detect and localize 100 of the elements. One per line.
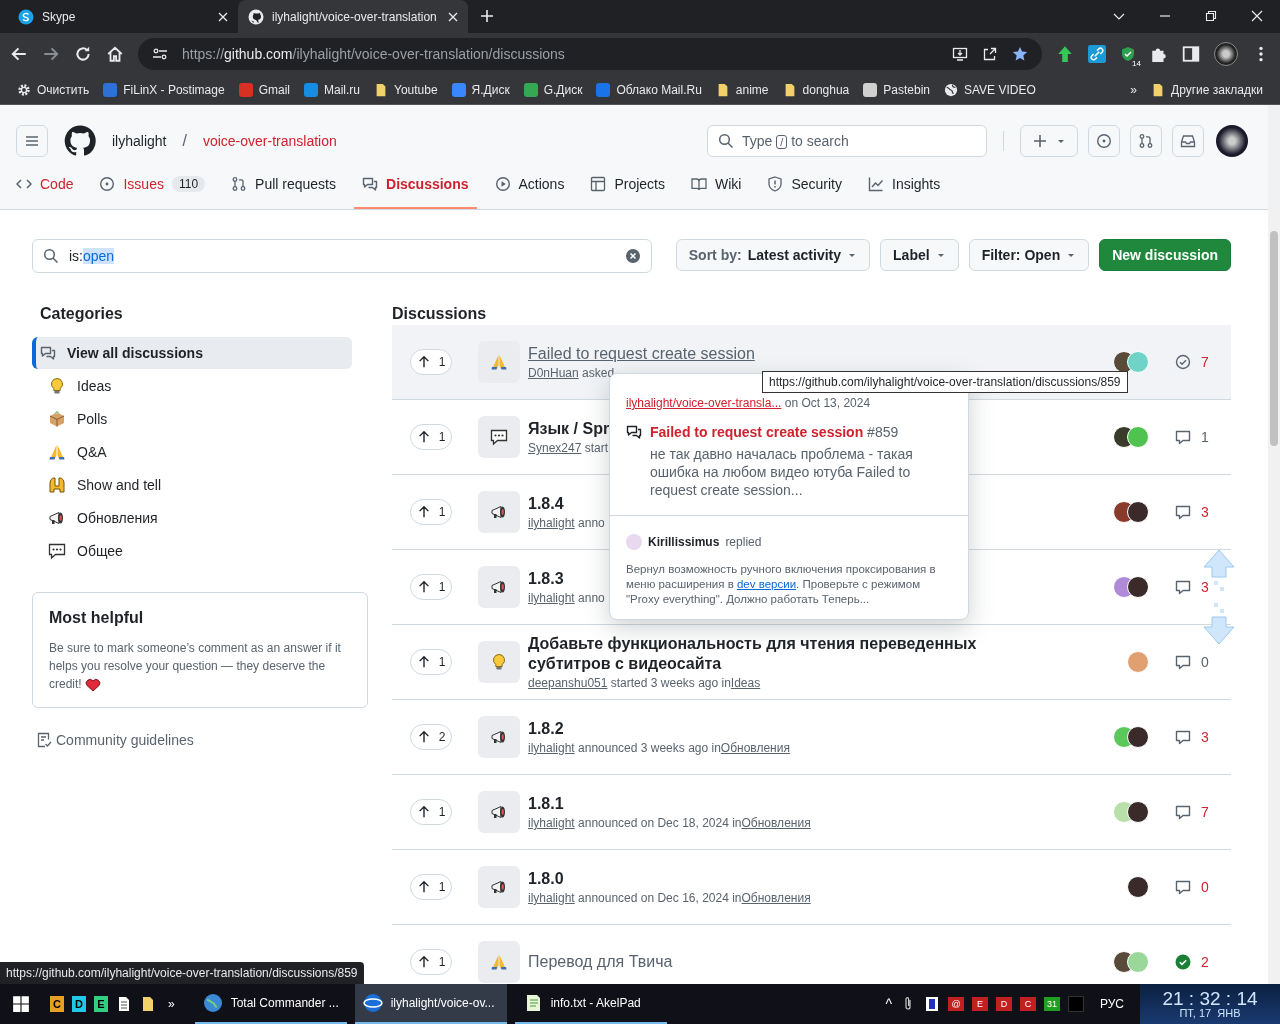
tray-icon[interactable]: C — [1019, 997, 1036, 1011]
bookmark[interactable]: Mail.ru — [298, 79, 365, 100]
quick-launch-drive[interactable]: E — [94, 996, 108, 1012]
bookmark[interactable]: Pastebin — [858, 79, 935, 100]
repo-tab[interactable]: Actions — [486, 161, 573, 209]
category-link[interactable]: Обновления — [741, 891, 811, 905]
quick-launch-drive[interactable]: D — [72, 996, 86, 1012]
close-icon[interactable] — [448, 11, 458, 22]
category-item[interactable]: Ideas — [32, 370, 352, 402]
bookmark[interactable]: SAVE VIDEO — [938, 79, 1041, 100]
star-icon[interactable] — [1012, 46, 1028, 62]
discussion-row[interactable]: 2 1.8.2 ilyhalight announced 3 weeks ago inОбновления 3 — [392, 700, 1231, 775]
reload-icon[interactable] — [74, 45, 92, 63]
author-link[interactable]: deepanshu051 — [528, 676, 608, 690]
search-field[interactable]: Type / to search — [707, 125, 987, 157]
upvote-button[interactable]: 1 — [410, 649, 452, 675]
menu-button[interactable] — [16, 125, 48, 157]
bookmark[interactable]: donghua — [777, 79, 855, 100]
bookmark[interactable]: G.Диск — [518, 79, 588, 100]
upvote-button[interactable]: 1 — [410, 874, 452, 900]
category-item[interactable]: Polls — [32, 403, 352, 435]
author-link[interactable]: ilyhalight — [528, 516, 575, 530]
category-item[interactable]: Show and tell — [32, 469, 352, 501]
discussion-title[interactable]: 1.8.0 — [528, 869, 564, 889]
taskbar-button[interactable]: Total Commander ... — [194, 984, 347, 1024]
other-bookmarks-folder[interactable]: Другие закладки — [1146, 79, 1268, 100]
back-icon[interactable] — [10, 45, 28, 63]
label-dropdown[interactable]: Label — [880, 239, 959, 271]
repo-tab[interactable]: Code — [8, 161, 82, 209]
document-icon[interactable] — [116, 996, 132, 1012]
category-link[interactable]: Ideas — [730, 676, 761, 690]
forward-icon[interactable] — [42, 45, 60, 63]
discussion-title[interactable]: 1.8.1 — [528, 794, 564, 814]
community-guidelines-link[interactable]: Community guidelines — [32, 732, 368, 748]
clock[interactable]: 21 : 32 : 14 ПТ, 17 ЯНВ — [1140, 984, 1280, 1024]
filter-dropdown[interactable]: Filter: Open — [968, 239, 1090, 271]
category-item[interactable]: Обновления — [32, 502, 352, 534]
repo-tab[interactable]: Insights — [860, 161, 949, 209]
repo-tab[interactable]: Discussions — [354, 161, 477, 209]
link-icon[interactable] — [1088, 45, 1106, 63]
author-link[interactable]: ilyhalight — [528, 816, 575, 830]
language-indicator[interactable]: РУС — [1099, 997, 1124, 1011]
create-new-button[interactable] — [1020, 125, 1078, 157]
share-icon[interactable] — [982, 46, 998, 62]
bookmark[interactable]: Я.Диск — [446, 79, 515, 100]
discussion-title[interactable]: 1.8.2 — [528, 719, 564, 739]
upvote-button[interactable]: 1 — [410, 574, 452, 600]
discussion-title[interactable]: Язык / Spr — [528, 419, 610, 439]
taskbar-button[interactable]: ilyhalight/voice-ov... — [354, 984, 507, 1024]
repo-tab[interactable]: Projects — [582, 161, 673, 209]
tray-icon[interactable]: D — [995, 997, 1012, 1011]
close-icon[interactable] — [1250, 9, 1264, 23]
upvote-button[interactable]: 1 — [410, 799, 452, 825]
new-discussion-button[interactable]: New discussion — [1099, 239, 1231, 271]
address-bar[interactable]: https://github.com/ilyhalight/voice-over-translation/discussions — [138, 38, 1042, 70]
discussion-row[interactable]: 1 1.8.1 ilyhalight announced on Dec 18, 2024 inОбновления 7 — [392, 775, 1231, 850]
repo-link[interactable]: voice-over-translation — [202, 133, 337, 149]
upvote-button[interactable]: 1 — [410, 949, 452, 975]
tray-icon[interactable]: E — [971, 997, 988, 1011]
bookmark[interactable]: FiLinX - Postimage — [98, 79, 230, 100]
tray-expand-button[interactable]: ^ — [885, 996, 892, 1012]
owner-link[interactable]: ilyhalight — [112, 133, 167, 149]
category-item[interactable]: View all discussions — [32, 337, 352, 369]
sort-dropdown[interactable]: Sort by: Latest activity — [675, 239, 871, 271]
repo-tab[interactable]: Issues 110 — [91, 161, 214, 209]
category-link[interactable]: Обновления — [741, 816, 811, 830]
new-tab-icon[interactable] — [480, 9, 494, 23]
flag-icon[interactable] — [923, 996, 940, 1012]
discussion-title[interactable]: 1.8.3 — [528, 569, 564, 589]
discussion-row[interactable]: 1 Добавьте функциональность для чтения переведенных субтитров с видеосайта deepanshu051 started 3 weeks ago inIdeas 0 — [392, 625, 1231, 700]
more-button[interactable]: » — [168, 997, 175, 1011]
bookmark[interactable]: Облако Mail.Ru — [591, 79, 707, 100]
search-field[interactable]: is:open — [32, 239, 652, 273]
issues-button[interactable] — [1088, 125, 1120, 157]
browser-tab[interactable]: ilyhalight/voice-over-translation — [238, 0, 468, 33]
repo-tab[interactable]: Wiki — [683, 161, 750, 209]
discussion-row[interactable]: 1 1.8.0 ilyhalight announced on Dec 16, 2024 inОбновления 0 — [392, 850, 1231, 925]
upvote-button[interactable]: 1 — [410, 424, 452, 450]
tray-icon[interactable]: @ — [947, 997, 964, 1011]
upvote-button[interactable]: 1 — [410, 349, 452, 375]
upvote-button[interactable]: 1 — [410, 499, 452, 525]
close-icon[interactable] — [218, 11, 228, 22]
pull-requests-button[interactable] — [1130, 125, 1162, 157]
bookmark[interactable]: anime — [710, 79, 774, 100]
bookmark[interactable]: Gmail — [233, 79, 295, 100]
more-bookmarks-button[interactable]: » — [1125, 79, 1143, 100]
author-link[interactable]: ilyhalight — [528, 891, 575, 905]
author-link[interactable]: ilyhalight — [528, 741, 575, 755]
side-panel-icon[interactable] — [1182, 45, 1200, 63]
user-avatar[interactable] — [1216, 125, 1248, 157]
repo-tab[interactable]: Security — [759, 161, 850, 209]
bookmark[interactable]: Очистить — [12, 79, 95, 100]
browser-tab[interactable]: Skype — [8, 0, 238, 33]
site-settings-icon[interactable] — [152, 46, 168, 62]
install-icon[interactable] — [952, 46, 968, 62]
discussion-title[interactable]: Перевод для Твича — [528, 952, 673, 972]
clear-icon[interactable] — [624, 248, 641, 264]
upvote-button[interactable]: 2 — [410, 724, 452, 750]
taskbar-button[interactable]: info.txt - AkelPad — [514, 984, 667, 1024]
quick-launch-drive[interactable]: C — [50, 996, 64, 1012]
